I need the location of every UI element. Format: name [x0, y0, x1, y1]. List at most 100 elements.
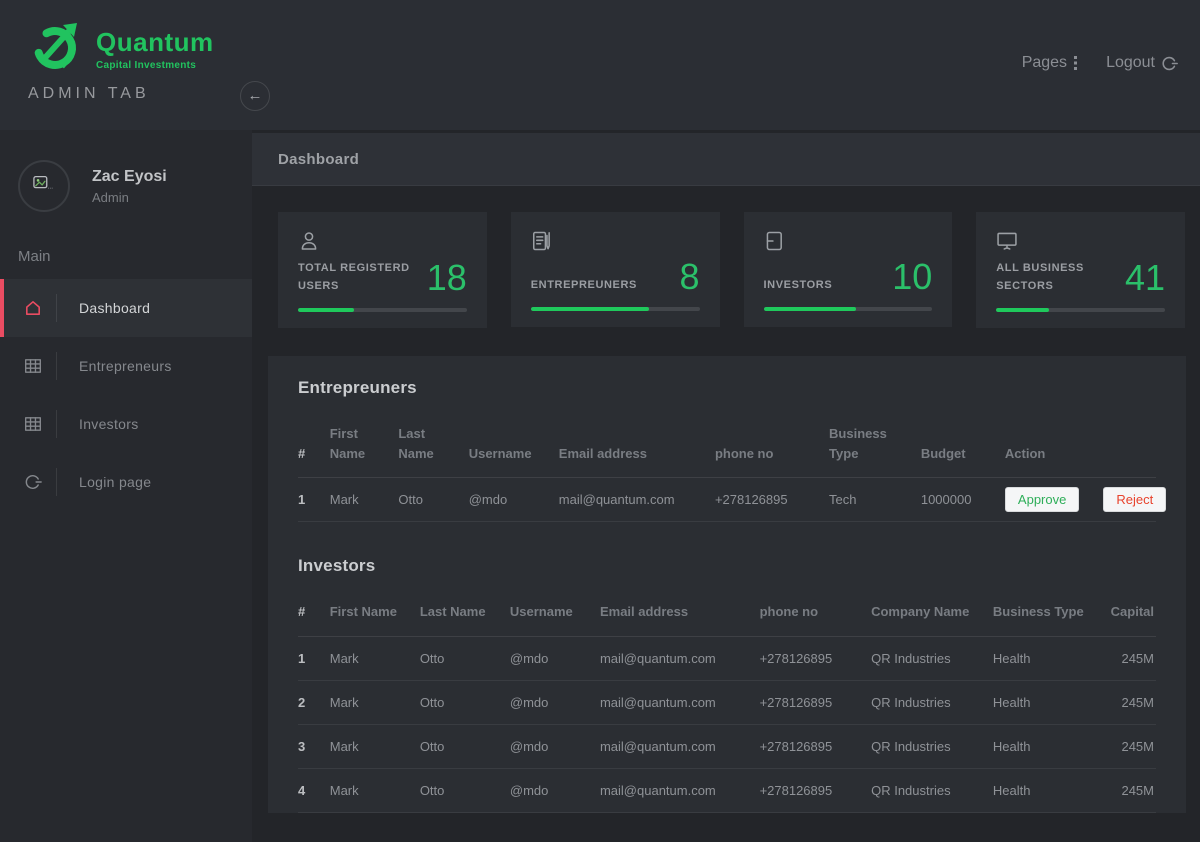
table-header-row: # First Name Last Name Username Email ad… — [298, 596, 1156, 636]
column-header: Action — [1005, 418, 1156, 478]
cell-username: @mdo — [510, 724, 600, 768]
stat-value: 10 — [892, 260, 932, 294]
stats-grid: TOTAL REGISTERD USERS 18 ENTREPREUNERS — [278, 212, 1185, 328]
column-header: # — [298, 596, 330, 636]
cell-first-name: Mark — [330, 768, 420, 812]
cell-last-name: Otto — [398, 478, 468, 522]
table-row: 1 Mark Otto @mdo mail@quantum.com +27812… — [298, 636, 1156, 680]
main-content: Dashboard TOTAL REGISTERD USERS 18 — [252, 130, 1200, 842]
cell-username: @mdo — [469, 478, 559, 522]
stat-label: TOTAL REGISTERD USERS — [298, 260, 416, 295]
kebab-menu-icon — [1073, 55, 1078, 71]
table-icon — [24, 415, 42, 433]
power-icon — [1161, 55, 1178, 72]
cell-action: Approve Reject — [1005, 478, 1156, 522]
back-arrow-icon: ← — [248, 87, 263, 104]
cell-phone: +278126895 — [760, 768, 872, 812]
sidebar-item-label: Investors — [79, 416, 139, 432]
power-icon — [24, 473, 42, 491]
stat-card-business-sectors: ALL BUSINESS SECTORS 41 — [976, 212, 1185, 328]
tables-panel: Entrepreuners # First Name Last Name Use… — [268, 356, 1186, 812]
table-row: 3 Mark Otto @mdo mail@quantum.com +27812… — [298, 724, 1156, 768]
column-header: phone no — [715, 418, 829, 478]
user-role: Admin — [92, 190, 167, 205]
sidebar-item-dashboard[interactable]: Dashboard — [0, 279, 252, 337]
cell-capital: 245M — [1104, 768, 1156, 812]
sidebar-item-login-page[interactable]: Login page — [0, 453, 252, 511]
progress-fill — [531, 307, 649, 311]
cell-email: mail@quantum.com — [600, 636, 760, 680]
svg-text:...: ... — [48, 183, 54, 190]
brand: Quantum Capital Investments — [30, 18, 214, 79]
progress-fill — [764, 307, 857, 311]
cell-phone: +278126895 — [715, 478, 829, 522]
cell-row-number: 1 — [298, 636, 330, 680]
user-block: ... Zac Eyosi Admin — [0, 130, 252, 212]
sidebar: ... Zac Eyosi Admin Main Dashboard Entre… — [0, 130, 252, 842]
cell-capital: 245M — [1104, 636, 1156, 680]
column-header: # — [298, 418, 330, 478]
cell-last-name: Otto — [420, 636, 510, 680]
sidebar-item-label: Login page — [79, 474, 151, 490]
reject-button[interactable]: Reject — [1103, 487, 1166, 512]
cell-email: mail@quantum.com — [600, 724, 760, 768]
cell-phone: +278126895 — [760, 636, 872, 680]
broken-image-icon: ... — [33, 175, 55, 198]
cell-row-number: 4 — [298, 768, 330, 812]
cell-last-name: Otto — [420, 724, 510, 768]
stat-value: 8 — [679, 260, 699, 294]
cell-company: QR Industries — [871, 724, 993, 768]
cell-capital: 245M — [1104, 680, 1156, 724]
cell-company: QR Industries — [871, 768, 993, 812]
sidebar-item-label: Dashboard — [79, 300, 150, 316]
brand-text: Quantum Capital Investments — [96, 27, 214, 71]
cell-last-name: Otto — [420, 768, 510, 812]
breadcrumb: Dashboard — [278, 151, 359, 168]
investors-table: # First Name Last Name Username Email ad… — [298, 596, 1156, 812]
app-header: Quantum Capital Investments ADMIN TAB ← … — [0, 0, 1200, 130]
column-header: Business Type — [829, 418, 921, 478]
investors-section-title: Investors — [298, 556, 1156, 576]
cell-phone: +278126895 — [760, 680, 872, 724]
stat-card-entrepreneurs: ENTREPREUNERS 8 — [511, 212, 720, 327]
column-header: Email address — [600, 596, 760, 636]
cell-business-type: Health — [993, 768, 1105, 812]
table-row: 1 Mark Otto @mdo mail@quantum.com +27812… — [298, 478, 1156, 522]
menu-divider — [56, 294, 57, 322]
admin-tab-label: ADMIN TAB — [28, 85, 150, 103]
breadcrumb-bar: Dashboard — [252, 133, 1200, 186]
stat-value: 41 — [1125, 261, 1165, 295]
column-header: phone no — [760, 596, 872, 636]
cell-first-name: Mark — [330, 724, 420, 768]
cell-last-name: Otto — [420, 680, 510, 724]
user-name: Zac Eyosi — [92, 168, 167, 186]
cell-business-type: Health — [993, 680, 1105, 724]
sidebar-collapse-button[interactable]: ← — [240, 81, 270, 111]
cell-first-name: Mark — [330, 478, 399, 522]
cell-email: mail@quantum.com — [559, 478, 715, 522]
nav-logout[interactable]: Logout — [1106, 54, 1178, 72]
display-icon — [996, 230, 1165, 252]
progress-fill — [298, 308, 354, 312]
column-header: Company Name — [871, 596, 993, 636]
progress-track — [298, 308, 467, 312]
progress-track — [531, 307, 700, 311]
journal-pen-icon — [531, 230, 700, 252]
approve-button[interactable]: Approve — [1005, 487, 1079, 512]
sidebar-item-investors[interactable]: Investors — [0, 395, 252, 453]
cell-phone: +278126895 — [760, 724, 872, 768]
sidebar-item-label: Entrepreneurs — [79, 358, 172, 374]
brand-tagline: Capital Investments — [96, 60, 214, 71]
sidebar-item-entrepreneurs[interactable]: Entrepreneurs — [0, 337, 252, 395]
progress-fill — [996, 308, 1048, 312]
cell-row-number: 3 — [298, 724, 330, 768]
brand-name: Quantum — [96, 27, 214, 58]
avatar: ... — [18, 160, 70, 212]
column-header: Budget — [921, 418, 1005, 478]
table-icon — [24, 357, 42, 375]
nav-pages[interactable]: Pages — [1022, 54, 1078, 72]
cell-business-type: Health — [993, 636, 1105, 680]
cell-company: QR Industries — [871, 636, 993, 680]
stat-card-total-users: TOTAL REGISTERD USERS 18 — [278, 212, 487, 328]
stat-label: INVESTORS — [764, 277, 833, 295]
